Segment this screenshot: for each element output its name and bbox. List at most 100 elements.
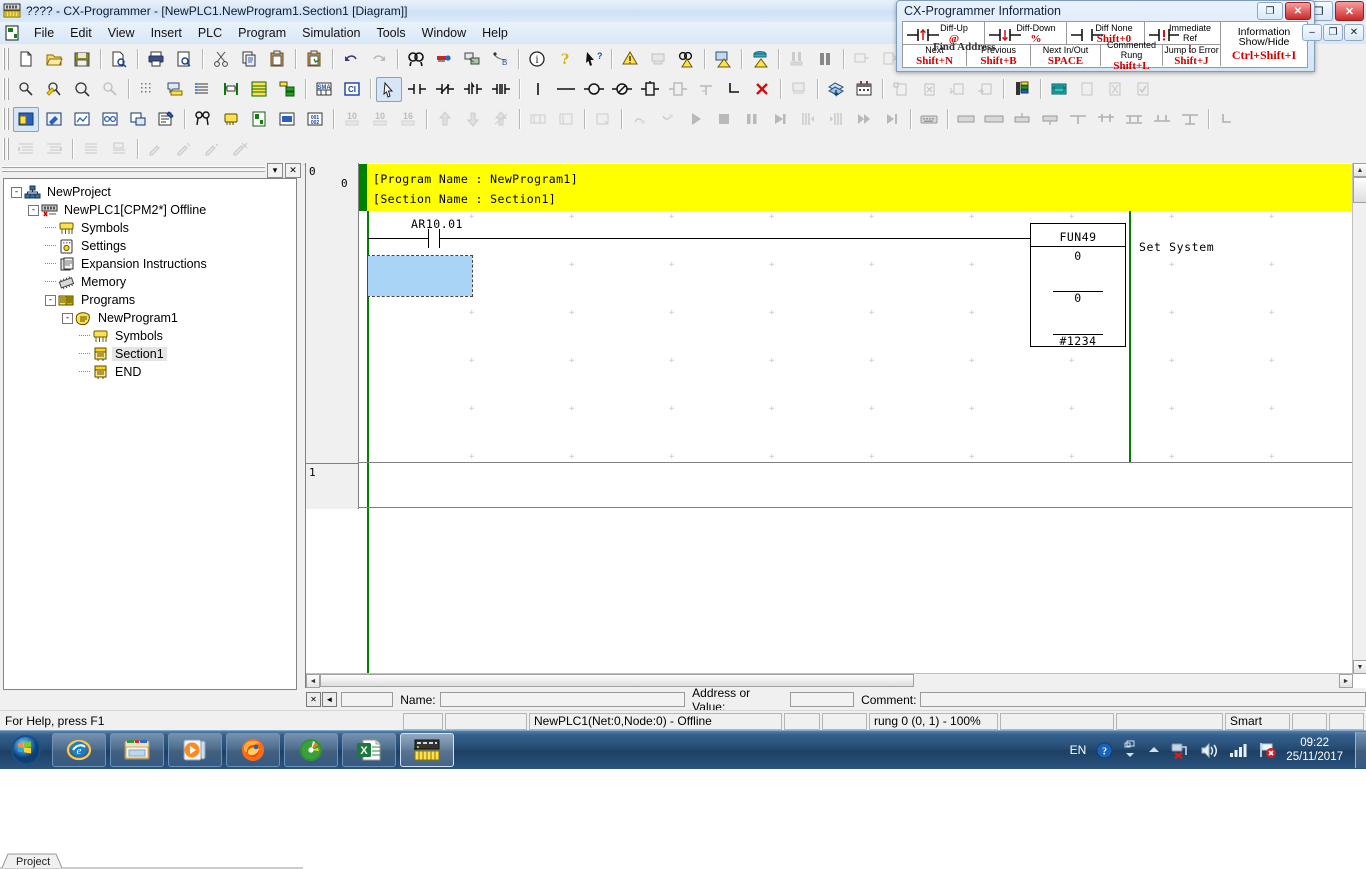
information-window[interactable]: CX-Programmer Information ❐ ✕ Diff-Up @ Di… <box>896 0 1315 72</box>
language-indicator[interactable]: EN <box>1070 743 1087 757</box>
ci-icon[interactable]: CI <box>339 77 365 102</box>
mnemonic-view-icon[interactable] <box>274 107 300 132</box>
address-input-bar[interactable]: ✕ ◄ Name: Address or Value: Comment: <box>305 686 1366 714</box>
tree-node-newplc1-cpm2-offline[interactable]: - NewPLC1[CPM2*] Offline <box>8 201 294 219</box>
toolbar-format[interactable] <box>0 134 1366 165</box>
function-block[interactable]: FUN49 0 0 #1234 <box>1030 223 1126 348</box>
tree-expander-icon[interactable]: - <box>28 204 39 216</box>
task2-icon[interactable] <box>981 107 1007 132</box>
nero-icon[interactable] <box>284 733 338 767</box>
memory-table-icon[interactable] <box>246 77 272 102</box>
find-icon[interactable] <box>403 47 429 72</box>
information-close-button[interactable]: ✕ <box>1285 2 1311 20</box>
save-icon[interactable] <box>69 47 95 72</box>
hex-16-icon[interactable]: 16 <box>395 107 421 132</box>
action-center-flag-icon[interactable] <box>1258 741 1277 759</box>
auto-online-icon[interactable] <box>645 47 671 72</box>
menu-item-simulation[interactable]: Simulation <box>294 24 368 42</box>
apply-check-icon[interactable] <box>1130 77 1156 102</box>
delete-check-icon[interactable] <box>1102 77 1128 102</box>
tree-node-symbols[interactable]: Symbols <box>8 219 294 237</box>
print-icon[interactable] <box>143 47 169 72</box>
online-find-icon[interactable] <box>673 47 699 72</box>
align-bottom-icon[interactable] <box>1121 107 1147 132</box>
taskbar-clock[interactable]: 09:22 25/11/2017 <box>1286 736 1343 764</box>
align-center-icon[interactable] <box>1149 107 1175 132</box>
transfer-to-plc-icon[interactable] <box>710 47 736 72</box>
tree-expander-icon[interactable]: - <box>11 186 22 198</box>
print-preview-file-icon[interactable] <box>106 47 132 72</box>
excel-icon[interactable]: X <box>342 733 396 767</box>
step-out-icon[interactable] <box>823 107 849 132</box>
force-cancel-icon[interactable] <box>488 107 514 132</box>
zoom-icon[interactable] <box>13 77 39 102</box>
information-contact-cell-1[interactable]: Diff-Down% <box>985 22 1067 45</box>
tree-node-section1[interactable]: Section1 <box>8 345 294 363</box>
reset-value-icon[interactable] <box>553 107 579 132</box>
scroll-left-button[interactable]: ◄ <box>306 674 320 688</box>
close-button[interactable]: ✕ <box>1335 1 1364 21</box>
contact-na-icon[interactable] <box>404 77 430 102</box>
tree-node-expansion-instructions[interactable]: Expansion Instructions <box>8 255 294 273</box>
scroll-down-button[interactable]: ▼ <box>1353 660 1366 674</box>
tree-node-end[interactable]: END <box>8 363 294 381</box>
task4-icon[interactable] <box>1037 107 1063 132</box>
link-icon[interactable] <box>693 77 719 102</box>
cross-ref-popup-icon[interactable] <box>125 107 151 132</box>
selected-cell[interactable] <box>367 255 473 297</box>
comment-edit-icon[interactable] <box>888 77 914 102</box>
distribute-icon[interactable] <box>1177 107 1203 132</box>
rung-comment-band[interactable]: [Program Name : NewProgram1] [Section Na… <box>359 164 1353 211</box>
tree-node-memory[interactable]: Memory <box>8 273 294 291</box>
contact-down-icon[interactable] <box>488 77 514 102</box>
cut-icon[interactable] <box>208 47 234 72</box>
help-tray-icon[interactable]: ? <box>1096 742 1113 759</box>
name-input[interactable] <box>439 692 686 707</box>
paste-icon[interactable] <box>264 47 290 72</box>
insert-rung-icon[interactable] <box>851 77 877 102</box>
pen-minus-icon[interactable] <box>199 137 225 162</box>
menu-item-program[interactable]: Program <box>230 24 294 42</box>
address-tool-icon[interactable] <box>41 107 67 132</box>
tree-node-newprogram1[interactable]: - NewProgram1 <box>8 309 294 327</box>
windows-taskbar[interactable]: e X EN ? 09:22 25/11/2017 <box>0 730 1366 769</box>
list-icon[interactable] <box>78 137 104 162</box>
menu-item-insert[interactable]: Insert <box>143 24 190 42</box>
program-mode-icon[interactable] <box>849 47 875 72</box>
clear-icon[interactable] <box>590 107 616 132</box>
windows-explorer-icon[interactable] <box>110 733 164 767</box>
volume-icon[interactable] <box>1200 742 1219 759</box>
stop-icon[interactable] <box>711 107 737 132</box>
task1-icon[interactable] <box>953 107 979 132</box>
project-workspace-icon[interactable] <box>13 106 39 132</box>
properties-icon[interactable] <box>153 107 179 132</box>
menu-item-tools[interactable]: Tools <box>368 24 413 42</box>
address-or-value-input[interactable] <box>789 692 855 707</box>
run-icon[interactable] <box>683 107 709 132</box>
replace-icon[interactable] <box>431 47 457 72</box>
compile-icon[interactable] <box>190 107 216 132</box>
edit-check-icon[interactable] <box>1074 77 1100 102</box>
vertical-scroll-thumb[interactable] <box>1353 177 1366 203</box>
information-show-hide-cell[interactable]: Information Show/Hide Ctrl+Shift+I <box>1221 22 1307 66</box>
indent-icon[interactable] <box>13 137 39 162</box>
horizontal-icon[interactable] <box>553 77 579 102</box>
chevron-down-icon[interactable]: ▾ <box>267 162 283 178</box>
annotate-down-icon[interactable] <box>944 77 970 102</box>
coil-icon[interactable] <box>581 77 607 102</box>
cx-programmer-icon[interactable] <box>400 733 454 767</box>
instruction-field[interactable] <box>340 692 394 707</box>
tree-node-newproject[interactable]: - NewProject <box>8 183 294 201</box>
go-to-icon[interactable]: B <box>487 47 513 72</box>
corner-link-icon[interactable] <box>721 77 747 102</box>
show-hidden-icons-icon[interactable] <box>1123 739 1137 761</box>
zoom-out-icon[interactable] <box>69 77 95 102</box>
diagram-view-icon[interactable] <box>246 107 272 132</box>
coil-inverted-icon[interactable] <box>609 77 635 102</box>
differential-down-icon[interactable] <box>655 107 681 132</box>
work-online-icon[interactable] <box>617 47 643 72</box>
tree-expander-icon[interactable]: - <box>62 312 73 324</box>
information-nav-cell-3[interactable]: Commented Rung Shift+L <box>1101 40 1163 72</box>
cross-reference-icon[interactable] <box>459 47 485 72</box>
new-icon[interactable] <box>13 47 39 72</box>
